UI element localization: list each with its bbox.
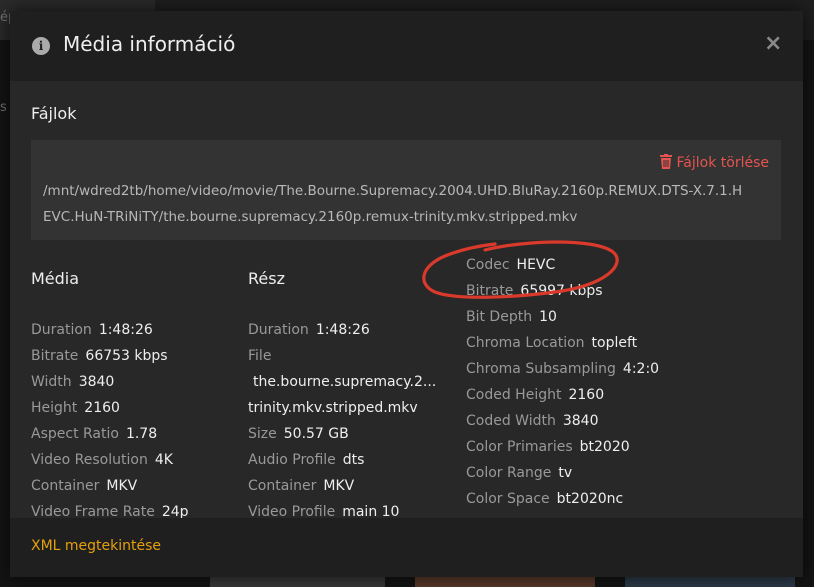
delete-files-button[interactable]: Fájlok törlése	[659, 154, 769, 171]
background-sidebar-text: s	[0, 100, 7, 115]
delete-files-label: Fájlok törlése	[676, 155, 769, 171]
modal-footer: XML megtekintése	[10, 518, 803, 577]
part-file-value: trinity.mkv.stripped.mkv	[248, 400, 418, 416]
info-icon: i	[32, 37, 50, 55]
media-row: Container MKV	[31, 478, 138, 494]
modal-header: i Média információ ×	[10, 11, 803, 81]
stream-row: Chroma Location topleft	[466, 335, 638, 351]
part-column: Rész Duration 1:48:26 File the.bourne.sup…	[248, 261, 458, 525]
media-row: Aspect Ratio 1.78	[31, 426, 158, 442]
media-row: Duration 1:48:26	[31, 322, 153, 338]
stream-column: Codec HEVC Bitrate 65997 kbps Bit Depth 10 …	[466, 252, 796, 512]
stream-row: Codec HEVC	[466, 257, 556, 273]
close-icon[interactable]: ×	[764, 31, 782, 56]
trash-icon	[659, 154, 672, 169]
media-column: Média Duration 1:48:26 Bitrate 66753 kbps …	[31, 261, 241, 525]
media-row: Width 3840	[31, 374, 115, 390]
stream-row: Coded Width 3840	[466, 413, 599, 429]
file-path: /mnt/wdred2tb/home/video/movie/The.Bourn…	[43, 183, 743, 225]
media-row: Height 2160	[31, 400, 120, 416]
part-row: Audio Profile dts	[248, 452, 365, 468]
file-list: Fájlok törlése /mnt/wdred2tb/home/video/…	[31, 140, 781, 240]
part-row: Size 50.57 GB	[248, 426, 349, 442]
part-file-value: the.bourne.supremacy.2...	[253, 374, 437, 390]
part-row: Duration 1:48:26	[248, 322, 370, 338]
part-heading: Rész	[248, 269, 285, 288]
media-heading: Média	[31, 269, 80, 288]
part-row: File	[248, 348, 272, 364]
files-heading: Fájlok	[31, 104, 77, 123]
part-row: Container MKV	[248, 478, 355, 494]
stream-row: Chroma Subsampling 4:2:0	[466, 361, 660, 377]
stream-row: Color Space bt2020nc	[466, 491, 624, 507]
media-info-modal: i Média információ × Fájlok Fájlok törlé…	[10, 11, 803, 577]
media-row: Video Resolution 4K	[31, 452, 173, 468]
stream-row: Bitrate 65997 kbps	[466, 283, 603, 299]
stream-row: Bit Depth 10	[466, 309, 557, 325]
view-xml-link[interactable]: XML megtekintése	[31, 538, 161, 554]
modal-title: Média információ	[63, 32, 236, 56]
stream-row: Coded Height 2160	[466, 387, 605, 403]
media-row: Bitrate 66753 kbps	[31, 348, 168, 364]
stream-row: Color Range tv	[466, 465, 573, 481]
stream-row: Color Primaries bt2020	[466, 439, 630, 455]
